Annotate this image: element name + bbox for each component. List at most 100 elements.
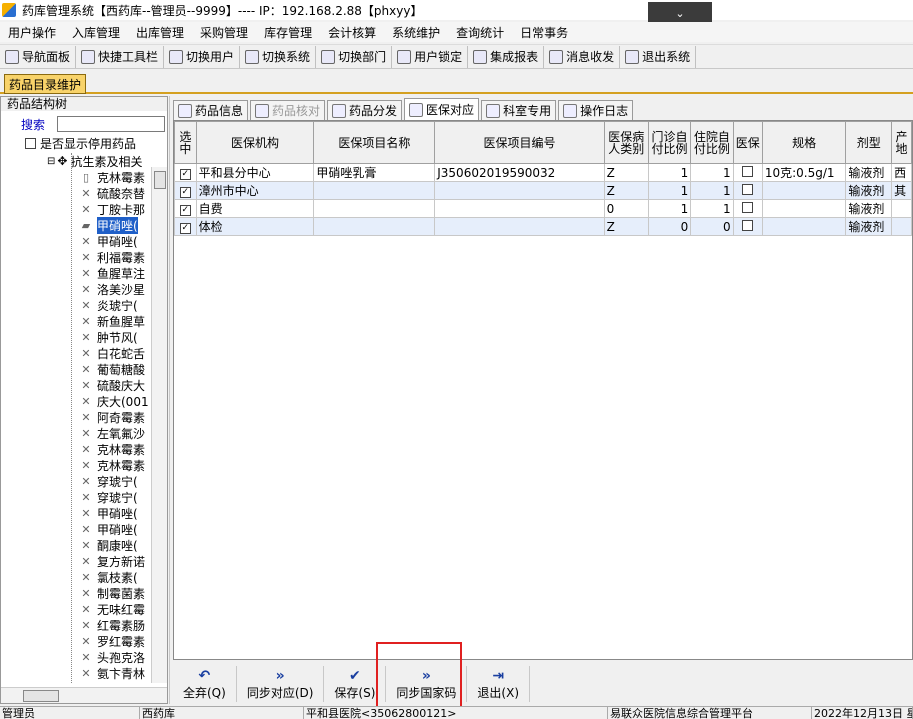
- switch-dept-button[interactable]: 切换部门: [316, 45, 393, 68]
- tree-item[interactable]: ✕ 左氧氟沙: [79, 425, 145, 441]
- cell-code[interactable]: [434, 181, 605, 200]
- quick-toolbar-button[interactable]: 快捷工具栏: [76, 45, 165, 68]
- cell-code[interactable]: [434, 217, 605, 236]
- tab-drug-info[interactable]: 药品信息: [173, 100, 249, 120]
- insurance-checkbox-cell[interactable]: [732, 163, 763, 182]
- table-row[interactable]: ✓ 平和县分中心 甲硝唑乳膏 J35060201959​0032 Z 1 1 10克:0.5g…: [174, 163, 912, 182]
- select-checkbox[interactable]: ✓: [179, 187, 191, 198]
- cell-origin[interactable]: 其: [891, 181, 912, 200]
- cell-ip[interactable]: 1: [690, 181, 734, 200]
- tree-item[interactable]: ✕ 复方新诺: [79, 553, 145, 569]
- tree-item[interactable]: ✕ 肿节风(: [79, 329, 137, 345]
- menu-inventory[interactable]: 库存管理: [256, 24, 320, 41]
- save-button[interactable]: ✔ 保存(S): [324, 666, 387, 702]
- tree-item[interactable]: ✕ 甲硝唑(: [79, 521, 137, 537]
- tree-item[interactable]: ✕ 甲硝唑(: [79, 505, 137, 521]
- insurance-checkbox-cell[interactable]: [732, 217, 763, 236]
- insurance-checkbox[interactable]: [742, 219, 754, 231]
- tree-item[interactable]: ✕ 红霉素肠: [79, 617, 145, 633]
- sync-national-code-button[interactable]: » 同步国家码: [386, 666, 468, 702]
- tree-item[interactable]: ✕ 穿琥宁(: [79, 473, 137, 489]
- insurance-checkbox[interactable]: [742, 165, 754, 177]
- nav-panel-button[interactable]: 导航面板: [0, 45, 77, 68]
- cell-op[interactable]: 1: [647, 163, 692, 182]
- menu-daily[interactable]: 日常事务: [512, 24, 576, 41]
- insurance-checkbox-cell[interactable]: [732, 181, 763, 200]
- tree-item[interactable]: ✕ 罗红霉素: [79, 633, 145, 649]
- exit-system-button[interactable]: 退出系统: [620, 45, 697, 68]
- tab-drug-distribute[interactable]: 药品分发: [327, 100, 403, 120]
- cell-ip[interactable]: 1: [690, 163, 734, 182]
- table-row[interactable]: ✓ 自费 0 1 1 输液剂: [174, 199, 912, 218]
- switch-system-button[interactable]: 切换系统: [240, 45, 317, 68]
- user-lock-button[interactable]: 用户锁定: [392, 45, 469, 68]
- tree-item[interactable]: ✕ 新鱼腥草: [79, 313, 145, 329]
- reports-button[interactable]: 集成报表: [468, 45, 545, 68]
- insurance-checkbox-cell[interactable]: [732, 199, 763, 218]
- tree-item[interactable]: ✕ 利福霉素: [79, 249, 145, 265]
- search-input[interactable]: [57, 116, 165, 132]
- tree-item[interactable]: ✕ 洛美沙星: [79, 281, 145, 297]
- column-header[interactable]: 住院自付比例: [690, 121, 734, 164]
- cell-form[interactable]: 输液剂: [845, 217, 893, 236]
- select-checkbox[interactable]: ✓: [179, 205, 191, 216]
- menu-purchase[interactable]: 采购管理: [192, 24, 256, 41]
- discard-all-button[interactable]: ↶ 全弃(Q): [173, 666, 237, 702]
- column-header[interactable]: 医保病人类别: [603, 121, 649, 164]
- cell-name[interactable]: [313, 199, 436, 218]
- tree-item[interactable]: ▯ 克林霉素: [79, 169, 145, 185]
- column-header[interactable]: 门诊自付比例: [647, 121, 692, 164]
- table-row[interactable]: ✓ 体检 Z 0 0 输液剂: [174, 217, 912, 236]
- tree-item[interactable]: ✕ 氯枝素(: [79, 569, 137, 585]
- sync-mapping-button[interactable]: » 同步对应(D): [237, 666, 325, 702]
- menu-inbound[interactable]: 入库管理: [64, 24, 128, 41]
- table-row[interactable]: ✓ 漳州市中心 Z 1 1 输液剂其: [174, 181, 912, 200]
- tree-item[interactable]: ✕ 无味红霉: [79, 601, 145, 617]
- cell-org[interactable]: 平和县分中心: [195, 163, 315, 182]
- tree-item[interactable]: ✕ 头孢克洛: [79, 649, 145, 665]
- cell-name[interactable]: [313, 181, 436, 200]
- cell-org[interactable]: 漳州市中心: [195, 181, 315, 200]
- tab-insurance-mapping[interactable]: 医保对应: [404, 98, 480, 120]
- insurance-grid[interactable]: 选中 医保机构 医保项目名称 医保项目编号 医保病人类别 门诊自付比例 住院自付比例 医保 规格…: [173, 120, 913, 660]
- cell-spec[interactable]: [761, 181, 847, 200]
- tree-item[interactable]: ✕ 炎琥宁(: [79, 297, 137, 313]
- cell-op[interactable]: 0: [647, 217, 692, 236]
- cell-name[interactable]: [313, 217, 436, 236]
- cell-form[interactable]: 输液剂: [845, 163, 893, 182]
- cell-cat[interactable]: Z: [603, 181, 649, 200]
- select-checkbox-cell[interactable]: ✓: [174, 217, 197, 236]
- tree-item[interactable]: ✕ 硫酸庆大: [79, 377, 145, 393]
- messages-button[interactable]: 消息收发: [544, 45, 621, 68]
- insurance-checkbox[interactable]: [742, 201, 754, 213]
- select-checkbox[interactable]: ✓: [179, 223, 191, 234]
- cell-origin[interactable]: [891, 217, 912, 236]
- cell-cat[interactable]: 0: [603, 199, 649, 218]
- tab-operation-log[interactable]: 操作日志: [558, 100, 634, 120]
- column-header[interactable]: 选中: [174, 121, 197, 164]
- cell-ip[interactable]: 1: [690, 199, 734, 218]
- menu-outbound[interactable]: 出库管理: [128, 24, 192, 41]
- column-header[interactable]: 医保项目名称: [313, 121, 436, 164]
- exit-button[interactable]: ⇥ 退出(X): [467, 666, 531, 702]
- column-header[interactable]: 规格: [761, 121, 847, 164]
- tree-item[interactable]: ✕ 甲硝唑(: [79, 233, 137, 249]
- menu-user-ops[interactable]: 用户操作: [0, 24, 64, 41]
- tree-vertical-scrollbar[interactable]: [151, 167, 167, 683]
- cell-form[interactable]: 输液剂: [845, 199, 893, 218]
- cell-name[interactable]: 甲硝唑乳膏: [313, 163, 436, 182]
- switch-user-button[interactable]: 切换用户: [164, 45, 241, 68]
- drug-tree[interactable]: ⊟ ✥ 抗生素及相关 ▯ 克林霉素 ✕ 硫酸奈替 ✕ 丁胺卡那 ▰ 甲硝唑(✕ 甲硝唑(✕ 利福霉…: [1, 153, 151, 683]
- tree-root[interactable]: ⊟ ✥ 抗生素及相关: [47, 153, 142, 169]
- cell-cat[interactable]: Z: [603, 217, 649, 236]
- tree-item[interactable]: ✕ 酮康唑(: [79, 537, 137, 553]
- tree-item[interactable]: ✕ 鱼腥草注: [79, 265, 145, 281]
- column-header[interactable]: 医保项目编号: [434, 121, 605, 164]
- tree-item[interactable]: ✕ 穿琥宁(: [79, 489, 137, 505]
- select-checkbox-cell[interactable]: ✓: [174, 163, 197, 182]
- select-checkbox-cell[interactable]: ✓: [174, 199, 197, 218]
- tab-dept-specific[interactable]: 科室专用: [481, 100, 557, 120]
- cell-origin[interactable]: 西: [891, 163, 912, 182]
- tree-horizontal-scrollbar[interactable]: [1, 687, 167, 703]
- cell-op[interactable]: 1: [647, 199, 692, 218]
